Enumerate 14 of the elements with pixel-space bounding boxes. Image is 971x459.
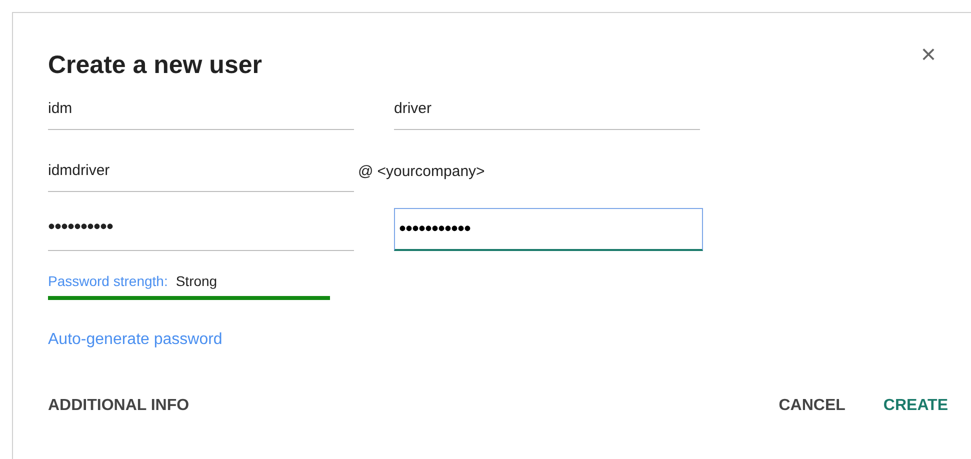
cancel-button[interactable]: CANCEL [778, 394, 846, 418]
input-field[interactable]: driver [394, 86, 700, 130]
input-field[interactable]: ••••••••••• [394, 208, 703, 250]
additional-info-button[interactable]: ADDITIONAL INFO [48, 394, 190, 418]
close-button[interactable]: × [920, 41, 936, 67]
input-field[interactable]: idmdriver [48, 148, 354, 192]
strength-label: Password strength: [48, 272, 168, 291]
domain-text: <yourcompany> [377, 162, 485, 182]
at-sign: @ [358, 162, 374, 182]
create-button[interactable]: CREATE [883, 394, 948, 418]
strength-value: Strong [176, 272, 218, 291]
input-field[interactable]: •••••••••• [48, 208, 354, 250]
dialog-title: Create a new user [48, 50, 262, 81]
input-field[interactable]: idm [48, 86, 354, 130]
